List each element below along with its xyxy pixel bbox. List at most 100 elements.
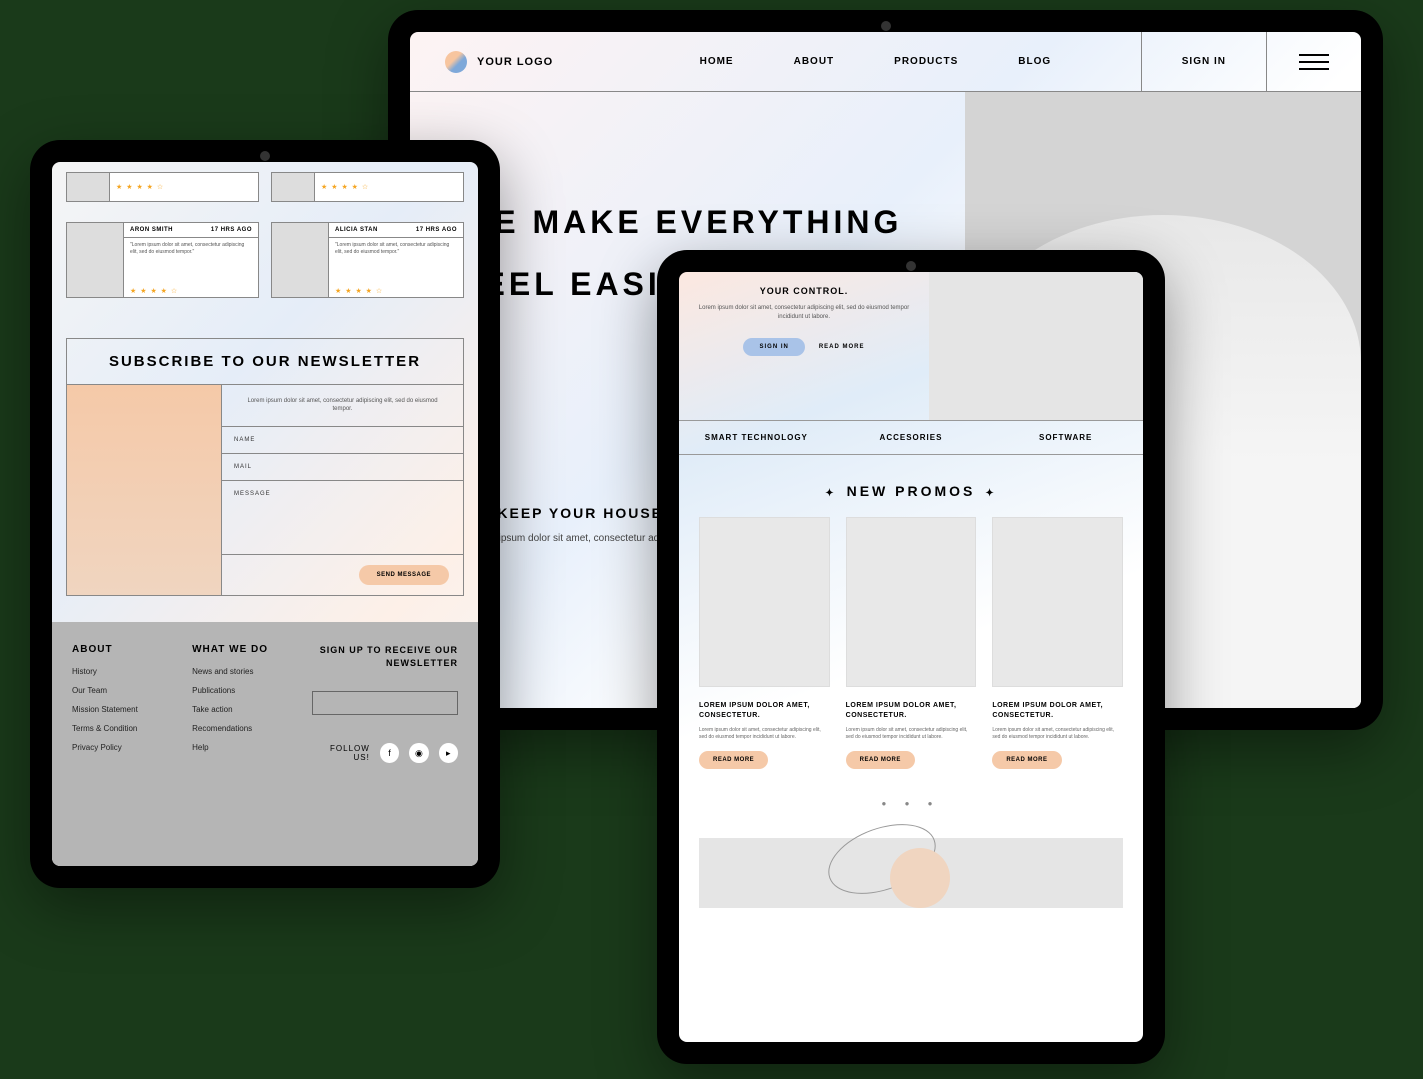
footer-link[interactable]: Recomendations: [192, 724, 296, 733]
promo-card: LOREM IPSUM DOLOR AMET, CONSECTETUR. Lor…: [992, 517, 1123, 769]
read-more-button[interactable]: READ MORE: [992, 751, 1061, 769]
bottom-banner: [699, 838, 1123, 908]
name-field[interactable]: NAME: [222, 427, 463, 454]
sparkle-icon: ✦: [825, 488, 836, 499]
footer-link[interactable]: Privacy Policy: [72, 743, 176, 752]
footer-link[interactable]: Publications: [192, 686, 296, 695]
footer-about: ABOUT History Our Team Mission Statement…: [72, 644, 176, 844]
promo-image: [846, 517, 977, 687]
footer-link[interactable]: Our Team: [72, 686, 176, 695]
footer-about-heading: ABOUT: [72, 644, 176, 655]
read-more-button[interactable]: READ MORE: [699, 751, 768, 769]
promo-title: LOREM IPSUM DOLOR AMET, CONSECTETUR.: [846, 701, 977, 721]
tab-software[interactable]: SOFTWARE: [988, 421, 1143, 454]
review-card: ALICIA STAN 17 HRS AGO "Lorem ipsum dolor…: [271, 222, 464, 298]
nav-home[interactable]: HOME: [700, 56, 734, 67]
follow-label: FOLLOW US!: [312, 744, 370, 762]
review-row-cut: ★ ★ ★ ★ ☆ ★ ★ ★ ★ ☆: [52, 162, 478, 212]
category-tabs: SMART TECHNOLOGY ACCESORIES SOFTWARE: [679, 420, 1143, 455]
promo-grid: LOREM IPSUM DOLOR AMET, CONSECTETUR. Lor…: [679, 517, 1143, 769]
footer-link[interactable]: Mission Statement: [72, 705, 176, 714]
newsletter-desc: Lorem ipsum dolor sit amet, consectetur …: [222, 385, 463, 427]
screen-b: ★ ★ ★ ★ ☆ ★ ★ ★ ★ ☆ ARON SMITH 17 HRS AGO…: [52, 162, 478, 866]
tablet-portrait-left: ★ ★ ★ ★ ☆ ★ ★ ★ ★ ☆ ARON SMITH 17 HRS AGO…: [30, 140, 500, 888]
facebook-icon[interactable]: f: [380, 743, 399, 763]
hero-c: YOUR CONTROL. Lorem ipsum dolor sit amet…: [679, 272, 1143, 420]
reviewer-name: ARON SMITH: [130, 227, 173, 233]
footer-email-field[interactable]: [312, 691, 458, 715]
reviewer-name: ALICIA STAN: [335, 227, 378, 233]
read-more-button[interactable]: READ MORE: [846, 751, 915, 769]
avatar: [67, 173, 109, 201]
footer-link[interactable]: News and stories: [192, 667, 296, 676]
footer-link[interactable]: Take action: [192, 705, 296, 714]
screen-c: YOUR CONTROL. Lorem ipsum dolor sit amet…: [679, 272, 1143, 1042]
review-card: ★ ★ ★ ★ ☆: [271, 172, 464, 202]
promo-title: LOREM IPSUM DOLOR AMET, CONSECTETUR.: [699, 701, 830, 721]
footer: ABOUT History Our Team Mission Statement…: [52, 622, 478, 866]
read-more-link[interactable]: READ MORE: [819, 344, 865, 350]
signin-button[interactable]: SIGN IN: [1141, 32, 1266, 91]
mail-field[interactable]: MAIL: [222, 454, 463, 481]
nav-blog[interactable]: BLOG: [1018, 56, 1051, 67]
tab-accessories[interactable]: ACCESORIES: [834, 421, 989, 454]
hero-c-left: YOUR CONTROL. Lorem ipsum dolor sit amet…: [679, 272, 929, 420]
promo-body: Lorem ipsum dolor sit amet, consectetur …: [846, 727, 977, 741]
footer-what-heading: WHAT WE DO: [192, 644, 296, 655]
follow-row: FOLLOW US! f ◉ ▸: [312, 743, 458, 763]
rating-stars: ★ ★ ★ ★ ☆: [110, 181, 258, 193]
review-row: ARON SMITH 17 HRS AGO "Lorem ipsum dolor …: [52, 212, 478, 308]
avatar: [272, 173, 314, 201]
review-card: ARON SMITH 17 HRS AGO "Lorem ipsum dolor …: [66, 222, 259, 298]
carousel-dots[interactable]: ● ● ●: [679, 799, 1143, 808]
footer-link[interactable]: History: [72, 667, 176, 676]
promo-card: LOREM IPSUM DOLOR AMET, CONSECTETUR. Lor…: [699, 517, 830, 769]
nav-products[interactable]: PRODUCTS: [894, 56, 958, 67]
instagram-icon[interactable]: ◉: [409, 743, 428, 763]
message-field[interactable]: MESSAGE: [222, 481, 463, 555]
review-text: "Lorem ipsum dolor sit amet, consectetur…: [124, 238, 258, 285]
hero-title-1: WE MAKE EVERYTHING: [460, 202, 915, 244]
logo-text: YOUR LOGO: [477, 56, 553, 68]
logo[interactable]: YOUR LOGO: [410, 51, 610, 73]
send-message-button[interactable]: SEND MESSAGE: [359, 565, 449, 585]
promo-title: LOREM IPSUM DOLOR AMET, CONSECTETUR.: [992, 701, 1123, 721]
sparkle-icon: ✦: [985, 488, 996, 499]
sparkle-icon: ✦: [460, 162, 915, 182]
hero-c-body: Lorem ipsum dolor sit amet, consectetur …: [697, 304, 911, 322]
footer-what: WHAT WE DO News and stories Publications…: [192, 644, 296, 844]
hero-c-title: YOUR CONTROL.: [697, 286, 911, 296]
logo-icon: [445, 51, 467, 73]
rating-stars: ★ ★ ★ ★ ☆: [315, 181, 463, 193]
footer-link[interactable]: Terms & Condition: [72, 724, 176, 733]
newsletter-image: [67, 385, 222, 595]
review-time: 17 HRS AGO: [211, 227, 252, 233]
review-text: "Lorem ipsum dolor sit amet, consectetur…: [329, 238, 463, 285]
nav-links: HOME ABOUT PRODUCTS BLOG: [610, 56, 1141, 67]
signin-button[interactable]: SIGN IN: [743, 338, 804, 356]
tab-smart-tech[interactable]: SMART TECHNOLOGY: [679, 421, 834, 454]
newsletter-title: SUBSCRIBE TO OUR NEWSLETTER: [67, 339, 463, 385]
hamburger-icon[interactable]: [1266, 32, 1361, 91]
rating-stars: ★ ★ ★ ★ ☆: [124, 285, 258, 297]
avatar: [67, 223, 123, 297]
youtube-icon[interactable]: ▸: [439, 743, 458, 763]
promo-card: LOREM IPSUM DOLOR AMET, CONSECTETUR. Lor…: [846, 517, 977, 769]
promo-body: Lorem ipsum dolor sit amet, consectetur …: [699, 727, 830, 741]
promo-body: Lorem ipsum dolor sit amet, consectetur …: [992, 727, 1123, 741]
hero-c-image: [929, 272, 1143, 420]
review-time: 17 HRS AGO: [416, 227, 457, 233]
promos-heading: ✦NEW PROMOS✦: [679, 455, 1143, 517]
promo-image: [992, 517, 1123, 687]
navbar: YOUR LOGO HOME ABOUT PRODUCTS BLOG SIGN …: [410, 32, 1361, 92]
review-card: ★ ★ ★ ★ ☆: [66, 172, 259, 202]
camera-icon: [881, 21, 891, 31]
nav-about[interactable]: ABOUT: [794, 56, 835, 67]
footer-link[interactable]: Help: [192, 743, 296, 752]
footer-signup-heading: SIGN UP TO RECEIVE OUR NEWSLETTER: [312, 644, 458, 669]
newsletter-box: SUBSCRIBE TO OUR NEWSLETTER Lorem ipsum …: [66, 338, 464, 596]
newsletter-form: Lorem ipsum dolor sit amet, consectetur …: [222, 385, 463, 595]
footer-signup: SIGN UP TO RECEIVE OUR NEWSLETTER FOLLOW…: [312, 644, 458, 844]
camera-icon: [260, 151, 270, 161]
promo-image: [699, 517, 830, 687]
